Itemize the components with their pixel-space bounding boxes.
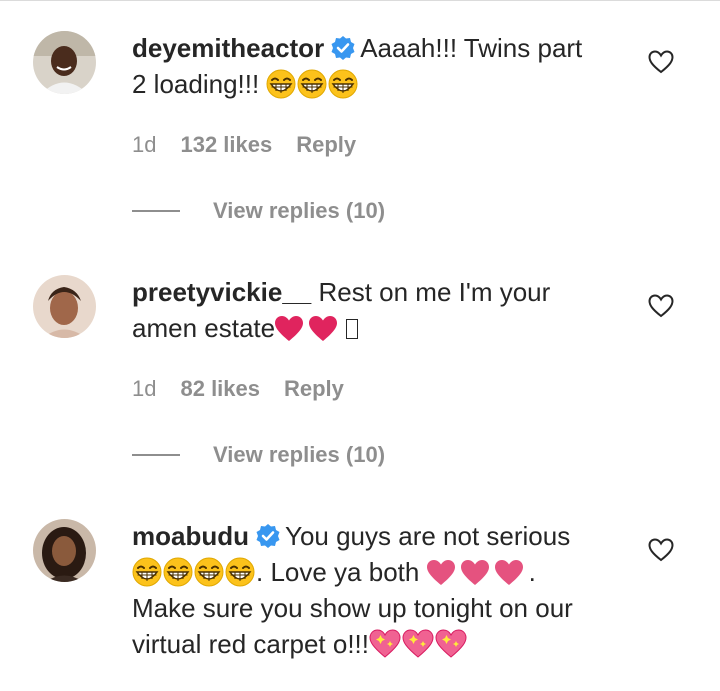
comment-text: preetyvickie__ Rest on me I'm your amen … [132,274,622,346]
comment-time: 1d [132,376,157,401]
reply-button[interactable]: Reply [296,131,356,159]
comment-meta: 1d 82 likes Reply [132,375,344,403]
sparkling-heart-emoji-icon [402,629,434,659]
comment-text-line3: Make sure you show up tonight on our [132,593,573,623]
sparkling-heart-emoji-icon [435,629,467,659]
comment-text-line1: Rest on me I'm your [318,277,551,307]
pink-heart-emoji-icon [427,560,455,586]
replies-divider [132,454,180,456]
grinning-emoji-icon [297,69,327,99]
pink-heart-emoji-icon [461,560,489,586]
comment-text: moabuduYou guys are not serious 😁😁😁😁. Lo… [132,518,622,662]
heart-outline-icon[interactable] [648,50,674,74]
comment-username[interactable]: deyemitheactor [132,33,324,63]
heart-outline-icon[interactable] [648,294,674,318]
verified-badge-icon [330,35,356,61]
view-replies-button[interactable]: View replies (10) [132,198,385,224]
comment-time: 1d [132,132,157,157]
likes-count[interactable]: 82 likes [180,375,260,403]
comment-text-line1: Aaaah!!! Twins part [360,33,583,63]
heart-outline-icon[interactable] [648,538,674,562]
grinning-emoji-icon [163,557,193,587]
red-heart-emoji-icon [309,316,337,342]
view-replies-button[interactable]: View replies (10) [132,442,385,468]
comment-username[interactable]: preetyvickie__ [132,277,311,307]
grinning-emoji-icon [328,69,358,99]
grinning-emoji-icon [225,557,255,587]
avatar[interactable] [33,519,96,582]
top-divider [0,0,720,1]
grinning-emoji-icon [266,69,296,99]
pink-heart-emoji-icon [495,560,523,586]
avatar[interactable] [33,31,96,94]
comment-username[interactable]: moabudu [132,521,249,551]
likes-count[interactable]: 132 likes [180,131,272,159]
missing-glyph-icon [346,319,359,339]
view-replies-label[interactable]: View replies (10) [213,442,385,468]
comment-text-line4: virtual red carpet o!!! [132,629,369,659]
comment-text-line2-end: . [528,557,536,587]
grinning-emoji-icon [194,557,224,587]
reply-button[interactable]: Reply [284,375,344,403]
verified-badge-icon [255,523,281,549]
comment-text-line2: amen estate [132,313,276,343]
comment-text: deyemitheactor Aaaah!!! Twins part 2 load… [132,30,622,102]
red-heart-emoji-icon [275,316,303,342]
comment-meta: 1d 132 likes Reply [132,131,356,159]
view-replies-label[interactable]: View replies (10) [213,198,385,224]
sparkling-heart-emoji-icon [369,629,401,659]
comment-text-line2: 2 loading!!! [132,69,260,99]
grinning-emoji-icon [132,557,162,587]
comment-text-line2: . Love ya both [256,557,420,587]
avatar[interactable] [33,275,96,338]
replies-divider [132,210,180,212]
comment-text-line1: You guys are not serious [285,521,571,551]
